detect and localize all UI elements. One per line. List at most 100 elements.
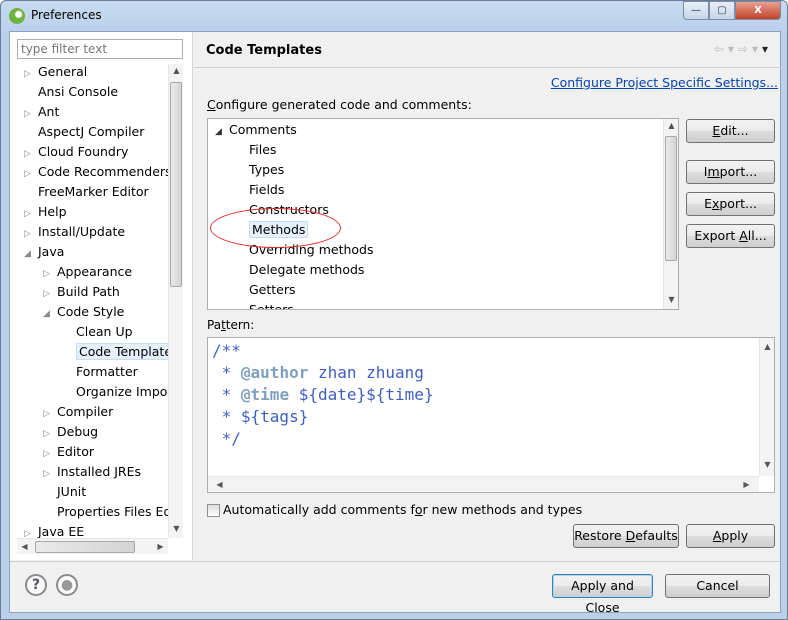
expand-arrow-icon[interactable]: ▷ [43, 404, 57, 424]
scroll-down-arrow-icon[interactable]: ▼ [664, 295, 678, 304]
preference-navigation: ▷General Ansi Console ▷AntAspectJ Compiler… [10, 32, 193, 560]
scroll-right-arrow-icon[interactable]: ▶ [739, 480, 754, 489]
template-item[interactable]: Methods [249, 220, 309, 240]
expand-arrow-icon[interactable]: ▷ [24, 224, 38, 244]
expand-arrow-icon[interactable]: ▷ [43, 424, 57, 444]
tree-item[interactable]: ▷ Editor [43, 442, 94, 462]
template-item[interactable]: Types [249, 160, 284, 180]
edit-button[interactable]: Edit... [686, 119, 775, 143]
tree-item[interactable]: Properties Files Ed [43, 502, 168, 522]
tree-item[interactable]: Code Template [62, 342, 168, 362]
dialog-footer: ? ● Apply and Close Cancel [10, 561, 780, 615]
template-item[interactable]: Constructors [249, 200, 329, 220]
filter-input[interactable] [17, 39, 183, 59]
template-item[interactable]: Setters [249, 300, 294, 309]
template-item-label: Overriding methods [249, 242, 374, 257]
apply-button[interactable]: Apply [686, 524, 775, 548]
tree-item[interactable]: ▷ Help [24, 202, 67, 222]
tree-item[interactable]: JUnit [43, 482, 86, 502]
mnemonic-letter: C [207, 97, 216, 112]
tree-item[interactable]: Clean Up [62, 322, 133, 342]
scroll-up-arrow-icon[interactable]: ▲ [169, 66, 184, 75]
maximize-button[interactable]: ▢ [709, 1, 735, 20]
help-icon[interactable]: ? [25, 574, 47, 596]
tree-item-label: Ansi Console [38, 84, 119, 99]
auto-comment-checkbox[interactable] [207, 504, 220, 517]
scroll-thumb[interactable] [35, 541, 135, 553]
tree-item-label: Code Recommenders [38, 164, 168, 179]
tree-item[interactable]: ▷ Compiler [43, 402, 113, 422]
minimize-button[interactable]: — [683, 1, 709, 20]
tree-vertical-scrollbar[interactable]: ▲ ▼ [168, 64, 183, 538]
javadoc-tag: @author [240, 363, 309, 382]
tree-item[interactable]: Ansi Console [24, 82, 118, 102]
tree-item[interactable]: Organize Impo [62, 382, 167, 402]
expand-arrow-icon[interactable]: ▷ [24, 524, 38, 538]
expand-arrow-icon[interactable]: ▷ [24, 204, 38, 224]
tree-item[interactable]: ▷ General [24, 64, 87, 82]
tree-item[interactable]: ▷ Cloud Foundry [24, 142, 128, 162]
template-item[interactable]: Getters [249, 280, 296, 300]
pattern-horizontal-scrollbar[interactable]: ◀ ▶ [208, 476, 759, 492]
scroll-up-arrow-icon[interactable]: ▲ [760, 342, 774, 351]
expand-arrow-icon[interactable]: ▷ [24, 104, 38, 124]
tree-item[interactable]: ▷ Appearance [43, 262, 132, 282]
collapse-arrow-icon[interactable]: ◢ [215, 122, 229, 142]
export-button[interactable]: Export... [686, 192, 775, 216]
mnemonic-letter: A [712, 528, 722, 543]
expand-arrow-icon[interactable]: ▷ [43, 284, 57, 304]
tree-item[interactable]: AspectJ Compiler [24, 122, 144, 142]
scroll-left-arrow-icon[interactable]: ◀ [212, 480, 227, 489]
tree-item[interactable]: ▷ Debug [43, 422, 98, 442]
tree-item-label: Java EE [38, 524, 85, 538]
tree-item-label: Organize Impo [76, 384, 168, 399]
view-menu-icon[interactable]: ▾ [762, 42, 772, 56]
template-item[interactable]: Fields [249, 180, 284, 200]
tree-horizontal-scrollbar[interactable]: ◀ ▶ [17, 538, 168, 554]
expand-arrow-icon[interactable]: ▷ [24, 164, 38, 184]
close-button[interactable]: X [735, 1, 781, 20]
export-all-button[interactable]: Export All... [686, 224, 775, 248]
tree-item[interactable]: ▷ Java EE [24, 522, 84, 538]
scroll-down-arrow-icon[interactable]: ▼ [169, 524, 184, 533]
expand-arrow-icon[interactable]: ▷ [43, 464, 57, 484]
expand-arrow-icon[interactable]: ▷ [43, 444, 57, 464]
tree-item[interactable]: ◢ Code Style [43, 302, 124, 322]
collapse-arrow-icon[interactable]: ◢ [24, 244, 38, 264]
scroll-thumb[interactable] [665, 136, 677, 261]
pattern-editor[interactable]: /** * @author zhan zhuang * @time ${date… [207, 337, 775, 493]
scroll-up-arrow-icon[interactable]: ▲ [664, 121, 678, 130]
tree-item[interactable]: FreeMarker Editor [24, 182, 149, 202]
templates-vertical-scrollbar[interactable]: ▲ ▼ [663, 119, 678, 309]
import-button[interactable]: Import... [686, 160, 775, 184]
auto-comment-label[interactable]: Automatically add comments for new metho… [223, 502, 582, 517]
tree-item[interactable]: ▷ Installed JREs [43, 462, 141, 482]
cancel-button[interactable]: Cancel [665, 574, 770, 598]
collapse-arrow-icon[interactable]: ◢ [43, 304, 57, 324]
scroll-left-arrow-icon[interactable]: ◀ [17, 542, 32, 551]
expand-arrow-icon[interactable]: ▷ [24, 144, 38, 164]
expand-arrow-icon[interactable]: ▷ [43, 264, 57, 284]
template-item[interactable]: ◢ Comments [215, 120, 297, 140]
template-item[interactable]: Delegate methods [249, 260, 364, 280]
apply-and-close-button[interactable]: Apply and Close [552, 574, 653, 615]
expand-arrow-icon[interactable]: ▷ [24, 64, 38, 84]
pattern-vertical-scrollbar[interactable]: ▲ ▼ [759, 338, 774, 476]
tree-item[interactable]: ▷ Build Path [43, 282, 120, 302]
import-export-icon[interactable]: ● [56, 574, 78, 596]
tree-item[interactable]: ▷ Ant [24, 102, 59, 122]
tree-item[interactable]: ▷ Install/Update [24, 222, 125, 242]
tree-item-label: Clean Up [76, 324, 133, 339]
tree-item[interactable]: Formatter [62, 362, 138, 382]
history-navigation[interactable]: ⇦▾⇨▾▾ [714, 42, 772, 56]
scroll-down-arrow-icon[interactable]: ▼ [760, 460, 774, 469]
scroll-thumb[interactable] [170, 82, 182, 287]
template-item[interactable]: Files [249, 140, 276, 160]
configure-project-settings-link[interactable]: Configure Project Specific Settings... [551, 75, 778, 90]
tree-item[interactable]: ◢ Java [24, 242, 64, 262]
scroll-right-arrow-icon[interactable]: ▶ [153, 542, 168, 551]
tree-item[interactable]: ▷ Code Recommenders [24, 162, 168, 182]
tree-item-label: Code Template [76, 343, 168, 360]
restore-defaults-button[interactable]: Restore Defaults [573, 524, 679, 548]
template-item[interactable]: Overriding methods [249, 240, 373, 260]
